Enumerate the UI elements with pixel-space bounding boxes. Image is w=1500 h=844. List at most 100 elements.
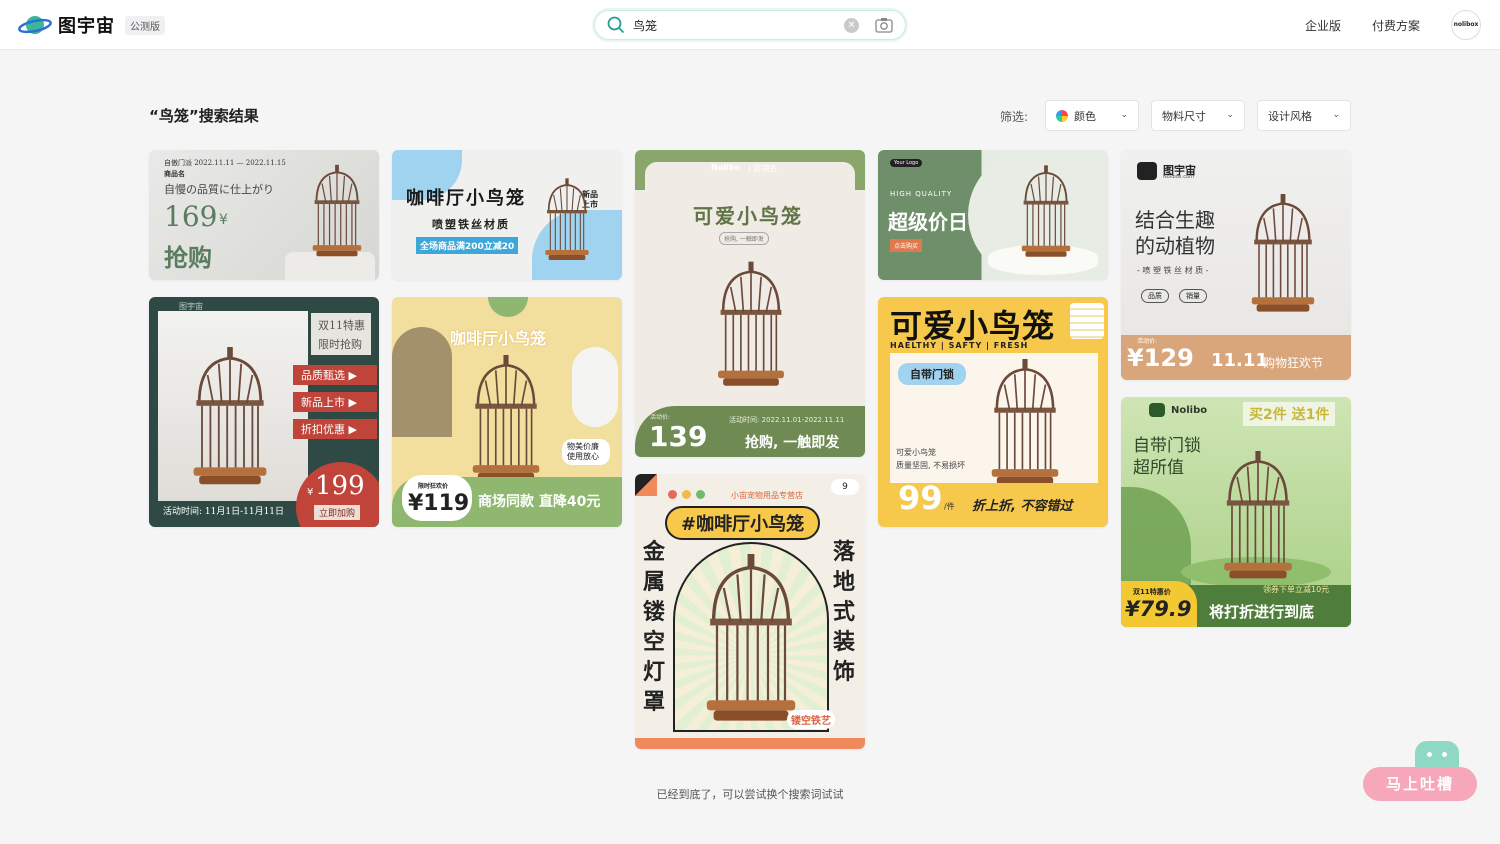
add-cart-button: 立即加购 xyxy=(314,505,361,520)
template-card-2[interactable]: 咖啡厅小鸟笼 喷塑铁丝材质 全场商品满200立减20 新品上市 xyxy=(392,150,622,280)
event-name: 购物狂欢节 xyxy=(1263,356,1324,370)
currency-symbol: ¥ xyxy=(219,212,228,228)
image-count: 9 xyxy=(842,482,848,492)
page-title: “鸟笼”搜索结果 xyxy=(149,107,259,125)
shop-name: 小宙宠物用品专营店 xyxy=(731,491,803,500)
promo-tag: 全场商品满200立减20 xyxy=(416,237,519,254)
feedback-button[interactable]: 马上吐槽 xyxy=(1363,741,1477,801)
price-unit: /件 xyxy=(944,502,955,511)
card-price: 139 xyxy=(649,420,708,453)
end-of-results-text: 已经到底了，可以尝试换个搜索词试试 xyxy=(656,788,844,801)
birdcage-icon xyxy=(187,347,273,487)
discount-button: 折扣优惠 ▶ xyxy=(293,419,377,439)
stacked-icon xyxy=(1070,303,1104,339)
filter-label: 筛选: xyxy=(1000,110,1029,124)
birdcage-icon xyxy=(1247,174,1319,334)
card-title: 超级价日 xyxy=(888,210,968,234)
desc-line-2: 质量坚固, 不易损坏 xyxy=(896,461,966,470)
image-count-badge: 9 xyxy=(831,479,859,495)
desc-line-1: 可爱小鸟笼 xyxy=(896,448,936,457)
card-title-2: 超所值 xyxy=(1133,458,1184,478)
speech-bubble: 物美价廉 使用放心 xyxy=(562,439,610,465)
buy-button: 点击购买 xyxy=(890,239,923,252)
card-title-1: 结合生趣 xyxy=(1135,208,1215,232)
template-card-5[interactable]: 图宇宙 Nolibox.com 结合生趣 的动植物 - 喷 塑 铁 丝 材 质 … xyxy=(1121,150,1351,380)
card-cta: 折上折, 不容错过 xyxy=(972,499,1073,514)
template-card-7[interactable]: 咖啡厅小鸟笼 物美价廉 使用放心 限时狂欢价 ¥119 商场同款 直降40元 xyxy=(392,297,622,527)
card-logo: Your Logo xyxy=(890,159,923,167)
chevron-down-icon: ⌄ xyxy=(1332,110,1340,120)
card-cta: 抢购 xyxy=(164,243,212,272)
lock-badge: 自带门锁 xyxy=(898,363,966,385)
template-card-6[interactable]: 图宇宙 双11特惠 限时抢购 品质甄选 ▶ 新品上市 ▶ 折扣优惠 ▶ ¥ 19… xyxy=(149,297,379,527)
filter-size[interactable]: 物料尺寸 ⌄ xyxy=(1151,100,1245,131)
filter-style[interactable]: 设计风格 ⌄ xyxy=(1257,100,1351,131)
tag-quality: 品质 xyxy=(1141,289,1169,303)
chevron-down-icon: ⌄ xyxy=(1120,110,1128,120)
template-card-3[interactable]: Nolibo | 店铺名 可爱小鸟笼 抢购, 一触即发 活动价: 139 活动时… xyxy=(635,150,865,457)
card-title: 咖啡厅小鸟笼 xyxy=(450,329,547,348)
rabbit-silhouette xyxy=(392,327,452,437)
card-brand: 商品名 xyxy=(164,170,185,178)
corner-decor xyxy=(635,474,657,496)
nav-pricing[interactable]: 付费方案 xyxy=(1372,17,1420,34)
template-card-4[interactable]: Your Logo HIGH QUALITY 超级价日 点击购买 xyxy=(878,150,1108,280)
event-time: 活动时间: 11月1日-11月11日 xyxy=(163,507,285,517)
event-date: 11.11 xyxy=(1211,350,1268,371)
dot-icon xyxy=(682,490,691,499)
avatar[interactable]: nolibox xyxy=(1451,10,1481,40)
template-card-8[interactable]: 可爱小鸟笼 HAELTHY | SAFTY | FRESH 自带门锁 可爱小鸟笼… xyxy=(878,297,1108,527)
filter-color-label: 颜色 xyxy=(1074,109,1096,123)
bottom-band xyxy=(635,738,865,749)
planet-logo-icon xyxy=(18,16,52,34)
tag-sales: 销量 xyxy=(1179,289,1207,303)
logo-text: 图宇宙 xyxy=(58,16,115,37)
brand-logo-icon xyxy=(1137,162,1157,180)
card-title: 可爱小鸟笼 xyxy=(693,204,803,228)
feedback-label: 马上吐槽 xyxy=(1363,767,1477,801)
card-date: 自傲门派 2022.11.11 — 2022.11.15 xyxy=(164,159,286,167)
search-icon xyxy=(607,16,625,34)
price-label: 双11特惠价 xyxy=(1133,588,1171,596)
birdcage-icon xyxy=(1018,164,1074,260)
card-subtitle: 喷塑铁丝材质 xyxy=(432,218,510,231)
card-title: 咖啡厅小鸟笼 xyxy=(406,188,526,209)
card-tags: HAELTHY | SAFTY | FRESH xyxy=(890,341,1029,350)
color-wheel-icon xyxy=(1056,109,1068,122)
card-price: ¥129 xyxy=(1127,344,1194,372)
decor-leaf xyxy=(488,297,528,317)
camera-search-icon[interactable] xyxy=(875,17,893,33)
card-subtitle: 自慢の品質に仕上がり xyxy=(164,183,274,196)
card-pill: 抢购, 一触即发 xyxy=(719,232,769,245)
birdcage-icon xyxy=(542,178,592,262)
card-title: #咖啡厅小鸟笼 xyxy=(665,506,821,540)
template-card-10[interactable]: Nolibo 买2件 送1件 自带门锁 超所值 双11特惠价 ¥79.9 领券下… xyxy=(1121,397,1351,627)
card-cta: 抢购, 一触即发 xyxy=(745,435,840,451)
search-input[interactable] xyxy=(633,18,833,32)
brand-name: Nolibo xyxy=(1171,405,1208,416)
card-price: 199 xyxy=(315,471,365,501)
card-price: ¥79.9 xyxy=(1125,597,1192,621)
card-price: ¥119 xyxy=(408,491,470,516)
brand-logo-icon xyxy=(1149,403,1165,417)
filter-size-label: 物料尺寸 xyxy=(1162,109,1206,123)
birdcage-icon xyxy=(695,554,807,724)
brand-name: Nolibo xyxy=(711,163,740,172)
template-card-1[interactable]: 自傲门派 2022.11.11 — 2022.11.15 商品名 自慢の品質に仕… xyxy=(149,150,379,280)
card-title-2: 的动植物 xyxy=(1135,234,1215,258)
promo-badge: 买2件 送1件 xyxy=(1243,402,1336,426)
logo[interactable]: 图宇宙 公测版 xyxy=(18,12,165,38)
filter-color[interactable]: 颜色 ⌄ xyxy=(1045,100,1139,131)
nav-enterprise[interactable]: 企业版 xyxy=(1305,17,1341,34)
new-button: 新品上市 ▶ xyxy=(293,392,377,412)
card-price: 99 xyxy=(898,479,943,517)
clear-search-icon[interactable]: ✕ xyxy=(844,18,859,33)
search-bar[interactable]: ✕ xyxy=(594,10,906,40)
price-label: 限时狂欢价 xyxy=(418,483,449,490)
brand-name: 图宇宙 xyxy=(179,302,203,311)
coupon-text: 领券下单立减10元 xyxy=(1263,585,1330,594)
event-time: 活动时间: 2022.11.01-2022.11.11 xyxy=(729,416,845,424)
template-card-9[interactable]: 小宙宠物用品专营店 9 #咖啡厅小鸟笼 金属镂空灯罩 落地式装饰 镂空铁艺 xyxy=(635,474,865,749)
filter-style-label: 设计风格 xyxy=(1268,109,1312,123)
dot-icon xyxy=(696,490,705,499)
